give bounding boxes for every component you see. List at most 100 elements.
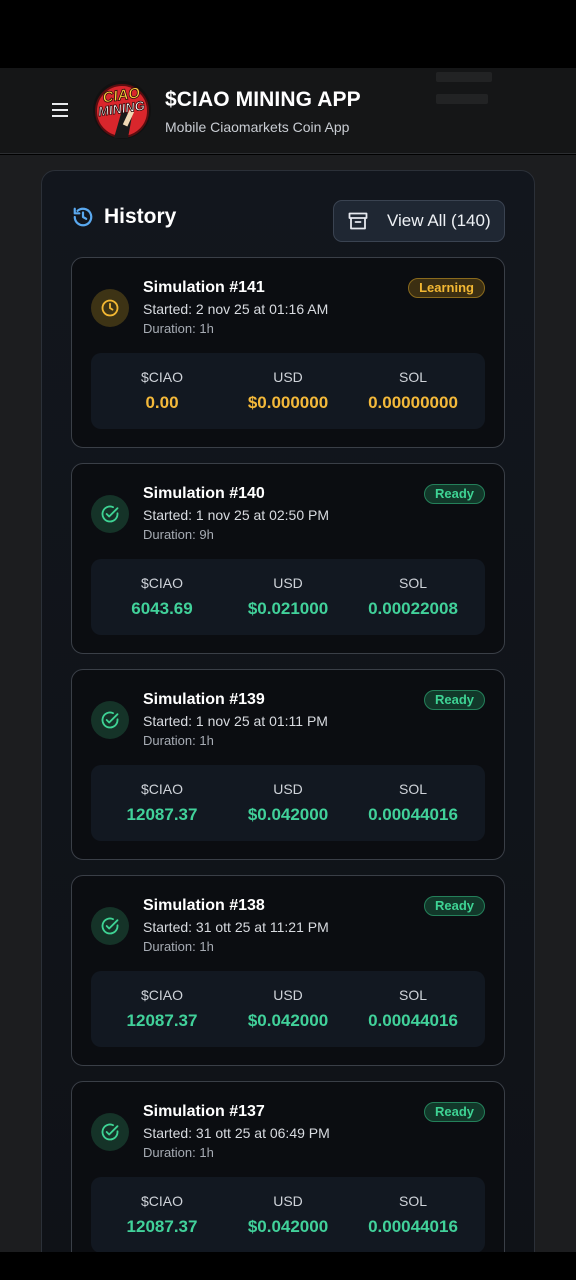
- stat-value: 6043.69: [131, 599, 193, 618]
- stat-label: USD: [273, 1193, 303, 1209]
- clock-icon: [101, 299, 119, 317]
- stat-ciao: $CIAO 12087.37: [97, 971, 227, 1047]
- simulation-card[interactable]: Simulation #140 Started: 1 nov 25 at 02:…: [71, 463, 505, 654]
- app-logo[interactable]: CIAO MINING: [92, 80, 152, 140]
- check-circle-icon: [101, 1123, 119, 1141]
- stat-label: USD: [273, 575, 303, 591]
- stat-usd: USD $0.021000: [223, 559, 353, 635]
- stat-label: $CIAO: [140, 369, 183, 385]
- simulation-stats: $CIAO 12087.37 USD $0.042000 SOL 0.00044…: [91, 1177, 485, 1252]
- stat-sol: SOL 0.00044016: [348, 765, 478, 841]
- simulation-card[interactable]: Simulation #138 Started: 31 ott 25 at 11…: [71, 875, 505, 1066]
- simulation-stats: $CIAO 6043.69 USD $0.021000 SOL 0.000220…: [91, 559, 485, 635]
- check-circle-icon: [101, 505, 119, 523]
- stat-label: USD: [273, 987, 303, 1003]
- stat-value: 12087.37: [126, 1011, 198, 1030]
- ciao-mining-logo-icon: CIAO MINING: [93, 81, 151, 139]
- stat-value: $0.000000: [247, 393, 329, 412]
- stat-value: $0.042000: [247, 1011, 329, 1030]
- stat-value: 0.00044016: [368, 805, 458, 824]
- simulation-duration: Duration: 9h: [143, 527, 214, 542]
- stat-label: $CIAO: [140, 781, 183, 797]
- app-title: $CIAO MINING APP: [165, 88, 361, 111]
- stat-label: SOL: [398, 1193, 427, 1209]
- stat-sol: SOL 0.00000000: [348, 353, 478, 429]
- simulation-duration: Duration: 1h: [143, 321, 214, 336]
- hamburger-icon: [52, 103, 68, 117]
- stat-sol: SOL 0.00044016: [348, 1177, 478, 1252]
- stat-label: SOL: [398, 575, 427, 591]
- status-bar: [0, 0, 576, 68]
- status-badge: Ready: [423, 896, 485, 916]
- stat-value: $0.042000: [247, 1217, 329, 1236]
- stat-usd: USD $0.042000: [223, 971, 353, 1047]
- stat-usd: USD $0.042000: [223, 765, 353, 841]
- stat-value: 12087.37: [126, 805, 198, 824]
- stat-sol: SOL 0.00022008: [348, 559, 478, 635]
- simulation-title: Simulation #137: [143, 1103, 265, 1120]
- status-indicator: [91, 701, 129, 739]
- stat-sol: SOL 0.00044016: [348, 971, 478, 1047]
- stat-label: USD: [273, 781, 303, 797]
- page-content[interactable]: History View All (140) Simulation #141 S…: [0, 155, 576, 1252]
- menu-button[interactable]: [46, 96, 74, 124]
- stat-value: 0.00000000: [368, 393, 458, 412]
- view-all-label: View All (140): [387, 211, 491, 230]
- stat-label: SOL: [398, 369, 427, 385]
- header-faded-overlay: [436, 70, 496, 110]
- simulation-stats: $CIAO 12087.37 USD $0.042000 SOL 0.00044…: [91, 971, 485, 1047]
- history-header: History: [72, 205, 176, 229]
- stat-label: USD: [273, 369, 303, 385]
- simulation-title: Simulation #138: [143, 897, 265, 914]
- simulation-card[interactable]: Simulation #137 Started: 31 ott 25 at 06…: [71, 1081, 505, 1252]
- stat-label: SOL: [398, 987, 427, 1003]
- stat-label: $CIAO: [140, 987, 183, 1003]
- stat-ciao: $CIAO 0.00: [97, 353, 227, 429]
- simulation-card[interactable]: Simulation #141 Started: 2 nov 25 at 01:…: [71, 257, 505, 448]
- stat-value: 0.00022008: [368, 599, 458, 618]
- stat-label: SOL: [398, 781, 427, 797]
- simulation-title: Simulation #139: [143, 691, 265, 708]
- archive-icon: [348, 212, 368, 230]
- status-badge: Ready: [423, 1102, 485, 1122]
- stat-value: 0.00044016: [368, 1011, 458, 1030]
- stat-value: 12087.37: [126, 1217, 198, 1236]
- status-indicator: [91, 907, 129, 945]
- simulation-card[interactable]: Simulation #139 Started: 1 nov 25 at 01:…: [71, 669, 505, 860]
- simulation-stats: $CIAO 0.00 USD $0.000000 SOL 0.00000000: [91, 353, 485, 429]
- simulation-started: Started: 2 nov 25 at 01:16 AM: [143, 301, 329, 317]
- stat-value: $0.042000: [247, 805, 329, 824]
- history-icon: [73, 207, 93, 227]
- simulation-started: Started: 31 ott 25 at 11:21 PM: [143, 919, 329, 935]
- simulation-started: Started: 1 nov 25 at 02:50 PM: [143, 507, 330, 523]
- history-panel: History View All (140) Simulation #141 S…: [41, 170, 535, 1252]
- history-title: History: [104, 205, 177, 228]
- status-indicator: [91, 495, 129, 533]
- stat-usd: USD $0.000000: [223, 353, 353, 429]
- simulation-title: Simulation #140: [143, 485, 265, 502]
- status-indicator: [91, 1113, 129, 1151]
- stat-ciao: $CIAO 12087.37: [97, 1177, 227, 1252]
- stat-ciao: $CIAO 6043.69: [97, 559, 227, 635]
- stat-value: $0.021000: [247, 599, 329, 618]
- status-badge: Learning: [408, 278, 485, 298]
- app-header: CIAO MINING $CIAO MINING APP Mobile Ciao…: [0, 68, 576, 154]
- simulation-duration: Duration: 1h: [143, 733, 214, 748]
- view-all-button[interactable]: View All (140): [333, 200, 505, 242]
- stat-value: 0.00044016: [368, 1217, 458, 1236]
- stat-label: $CIAO: [140, 1193, 183, 1209]
- app-subtitle: Mobile Ciaomarkets Coin App: [165, 119, 350, 135]
- simulation-started: Started: 31 ott 25 at 06:49 PM: [143, 1125, 330, 1141]
- status-indicator: [91, 289, 129, 327]
- status-badge: Ready: [423, 690, 485, 710]
- simulation-duration: Duration: 1h: [143, 1145, 214, 1160]
- stat-usd: USD $0.042000: [223, 1177, 353, 1252]
- simulation-started: Started: 1 nov 25 at 01:11 PM: [143, 713, 328, 729]
- stat-value: 0.00: [145, 393, 179, 412]
- check-circle-icon: [101, 711, 119, 729]
- status-badge: Ready: [423, 484, 485, 504]
- stat-label: $CIAO: [140, 575, 183, 591]
- simulation-duration: Duration: 1h: [143, 939, 214, 954]
- system-navigation-bar: [0, 1252, 576, 1280]
- simulation-stats: $CIAO 12087.37 USD $0.042000 SOL 0.00044…: [91, 765, 485, 841]
